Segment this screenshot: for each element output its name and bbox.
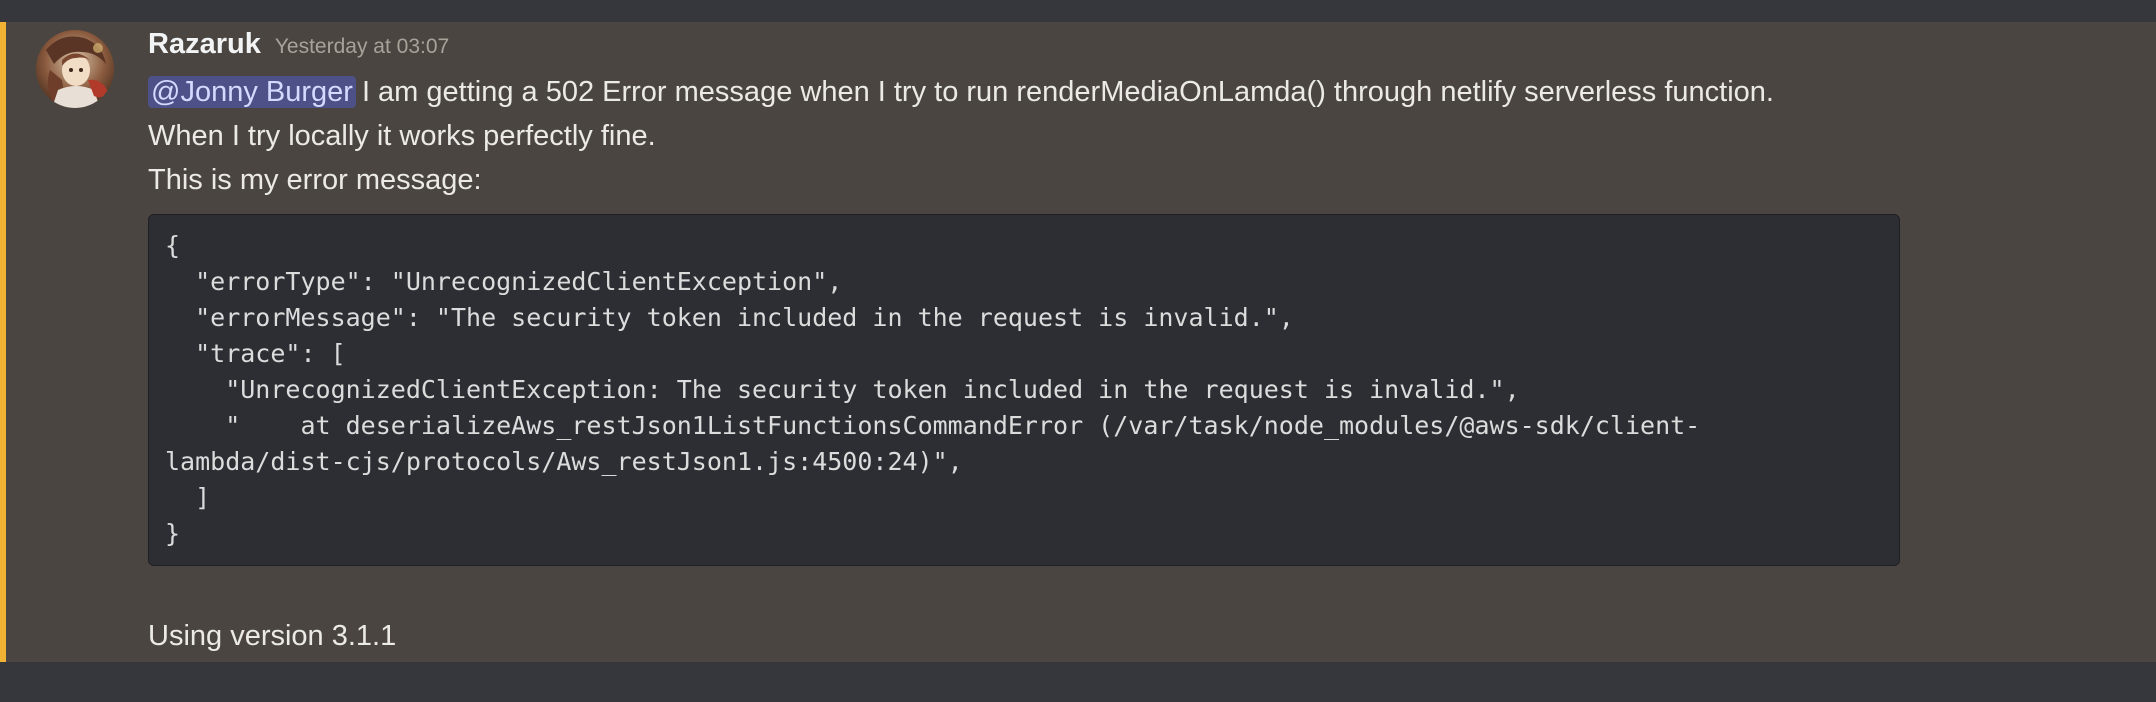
- mention-highlight-bar: [0, 22, 6, 662]
- user-mention[interactable]: @Jonny Burger: [148, 76, 356, 108]
- message-line-3: This is my error message:: [148, 164, 482, 196]
- message-timestamp[interactable]: Yesterday at 03:07: [275, 35, 449, 58]
- message-line-1: @Jonny Burger I am getting a 502 Error me…: [148, 72, 1774, 112]
- message-header: Razaruk Yesterday at 03:07: [148, 28, 449, 68]
- code-line: ]: [165, 483, 211, 512]
- user-avatar[interactable]: [36, 30, 114, 108]
- code-line: "errorType": "UnrecognizedClientExceptio…: [165, 267, 843, 296]
- code-line: "errorMessage": "The security token incl…: [165, 303, 1294, 332]
- code-line: }: [165, 519, 181, 548]
- message-text-1: I am getting a 502 Error message when I …: [361, 76, 1774, 108]
- message-line-2: When I try locally it works perfectly fi…: [148, 120, 656, 152]
- code-line: lambda/dist-cjs/protocols/Aws_restJson1.…: [165, 447, 963, 476]
- code-block-text: { "errorType": "UnrecognizedClientExcept…: [165, 228, 1700, 552]
- message-footer-text: Using version 3.1.1: [148, 620, 397, 652]
- chat-message: Razaruk Yesterday at 03:07 @Jonny Burger I…: [0, 22, 2156, 662]
- code-line: " at deserializeAws_restJson1ListFunctio…: [165, 411, 1701, 440]
- code-line: "UnrecognizedClientException: The securi…: [165, 375, 1520, 404]
- code-block: { "errorType": "UnrecognizedClientExcept…: [148, 214, 1900, 566]
- code-line: "trace": [: [165, 339, 346, 368]
- code-line: {: [165, 231, 181, 260]
- author-username[interactable]: Razaruk: [148, 28, 261, 60]
- avatar-image: [36, 30, 114, 108]
